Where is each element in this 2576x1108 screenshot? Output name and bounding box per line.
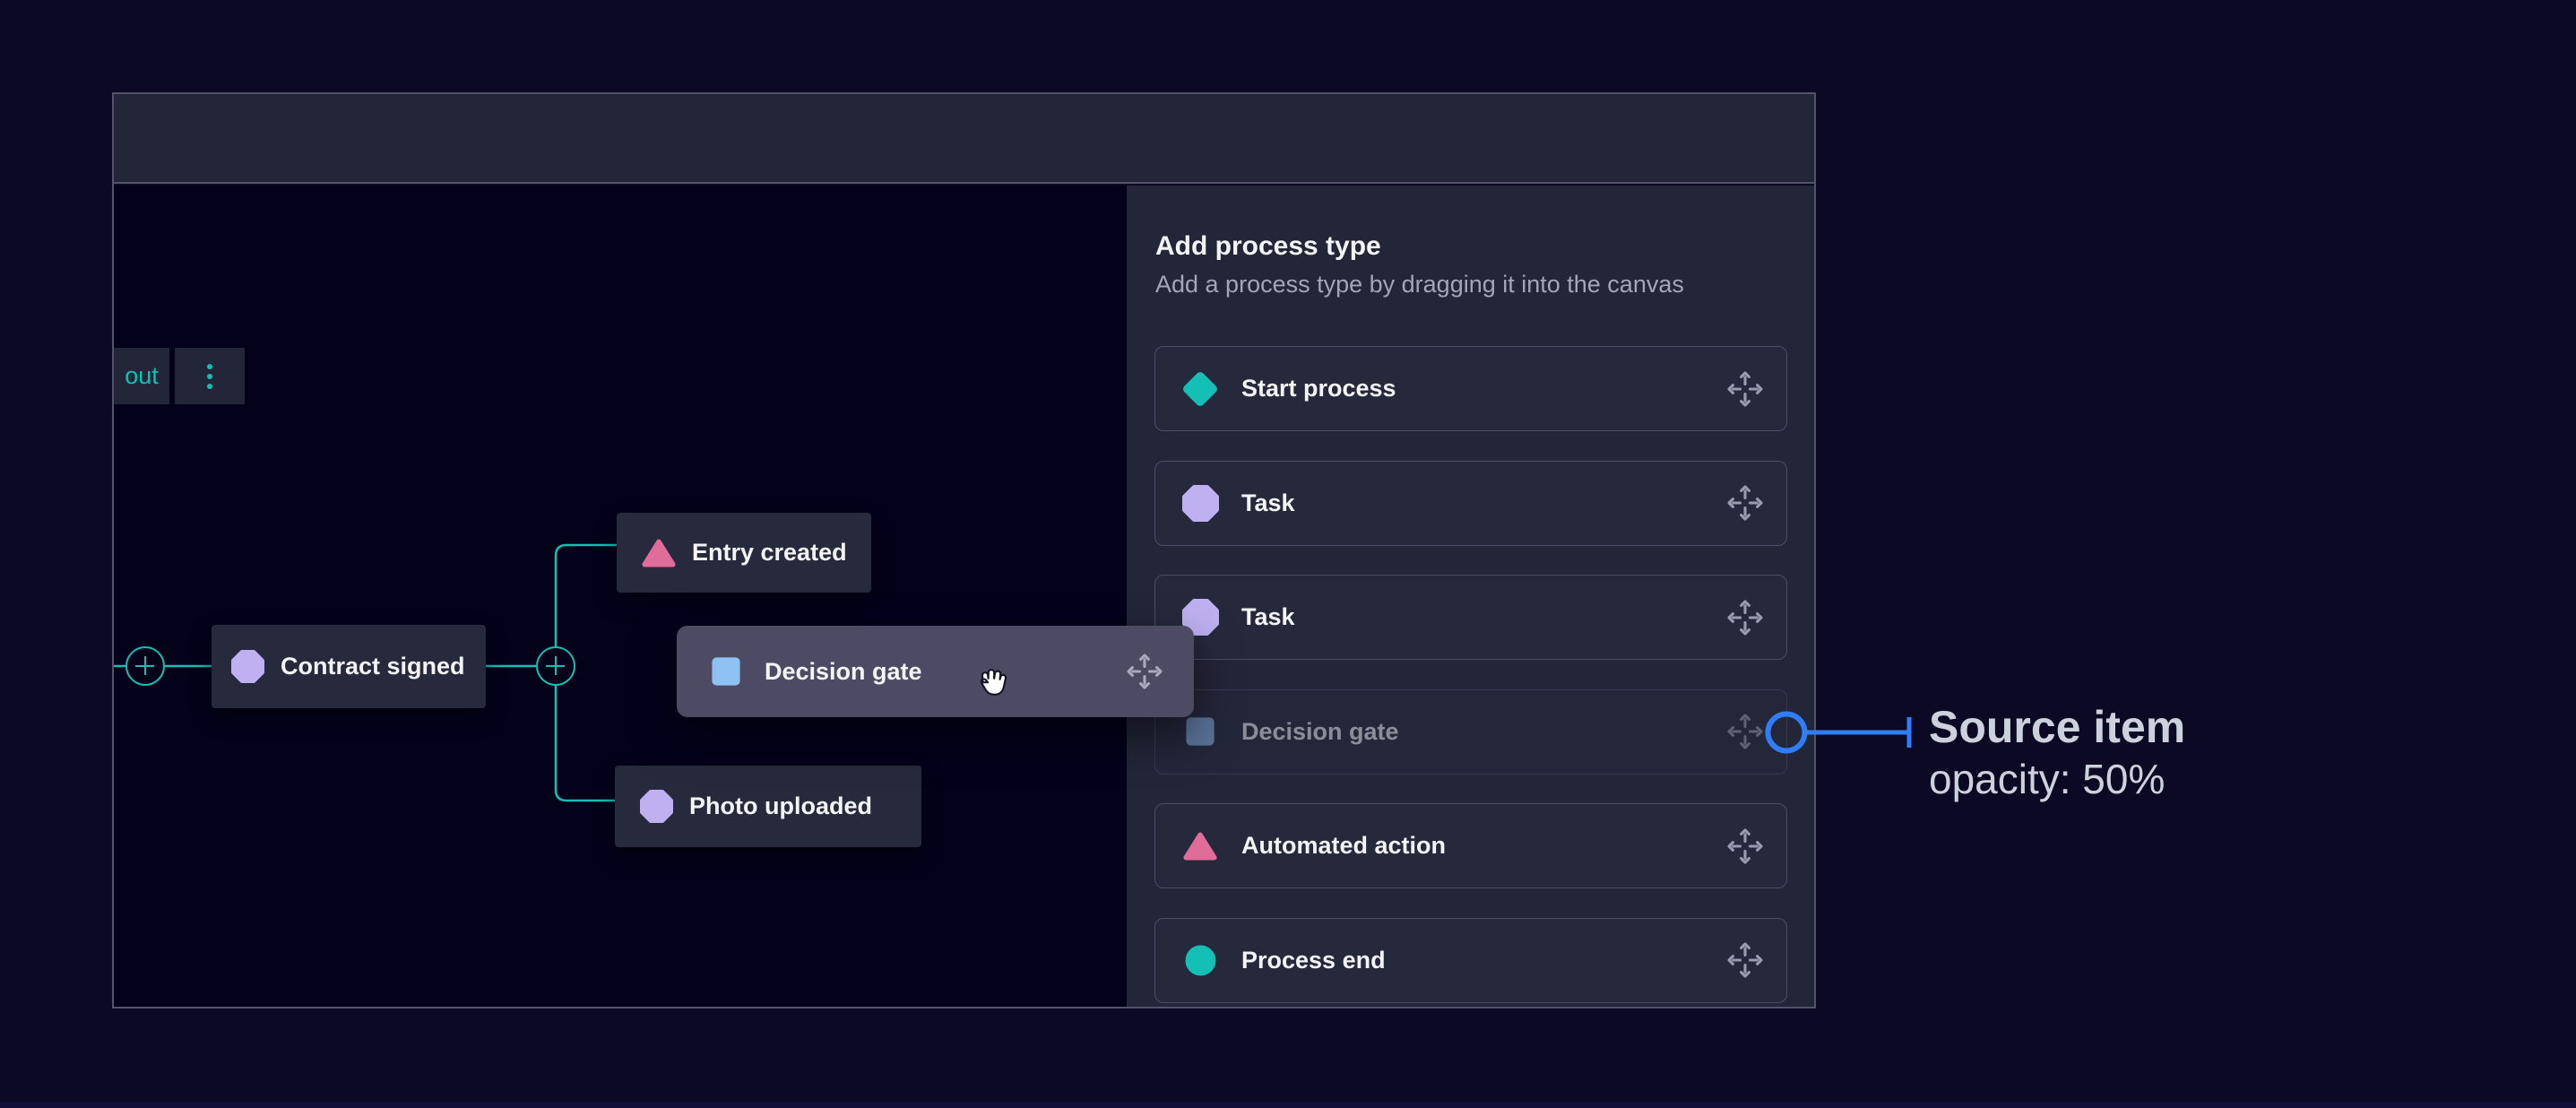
layout-button-clipped[interactable]: out: [114, 348, 169, 404]
move-drag-icon[interactable]: [1725, 598, 1765, 637]
node-entry-created[interactable]: Entry created: [617, 513, 871, 593]
kebab-menu-button[interactable]: [175, 348, 245, 404]
list-item-automated-action[interactable]: Automated action: [1154, 803, 1787, 888]
add-node-button-left[interactable]: [125, 646, 165, 686]
node-decision-gate-dragging[interactable]: Decision gate: [677, 626, 1194, 717]
list-item-process-end[interactable]: Process end: [1154, 918, 1787, 1003]
item-label: Automated action: [1241, 832, 1705, 860]
node-label: Photo uploaded: [689, 792, 872, 820]
item-label: Task: [1241, 603, 1705, 631]
triangle-icon: [642, 539, 676, 567]
octagon-icon: [231, 650, 264, 683]
kebab-icon: [207, 364, 212, 389]
process-type-list: Start process Task Task Decision gate: [1154, 346, 1787, 1003]
triangle-icon: [1180, 826, 1221, 867]
square-icon: [1180, 711, 1221, 752]
move-drag-icon[interactable]: [1725, 940, 1765, 980]
annotation-title: Source item: [1929, 701, 2185, 753]
item-label: Start process: [1241, 375, 1705, 403]
panel-subtitle: Add a process type by dragging it into t…: [1155, 271, 1684, 299]
octagon-icon: [640, 790, 673, 823]
item-label: Task: [1241, 489, 1705, 517]
item-label: Decision gate: [1241, 718, 1705, 746]
flow-canvas[interactable]: [114, 186, 1127, 1007]
list-item-task[interactable]: Task: [1154, 575, 1787, 660]
octagon-icon: [1180, 482, 1221, 524]
move-drag-icon[interactable]: [1725, 827, 1765, 866]
move-drag-icon[interactable]: [1725, 369, 1765, 409]
list-item-decision-gate-source[interactable]: Decision gate: [1154, 689, 1787, 775]
circle-icon: [1180, 939, 1221, 981]
node-photo-uploaded[interactable]: Photo uploaded: [615, 766, 921, 847]
move-drag-icon[interactable]: [1125, 652, 1164, 691]
move-drag-icon[interactable]: [1725, 483, 1765, 523]
item-label: Process end: [1241, 947, 1705, 974]
square-icon: [711, 656, 741, 687]
list-item-task[interactable]: Task: [1154, 461, 1787, 546]
add-node-button-branch[interactable]: [536, 646, 575, 686]
move-drag-icon[interactable]: [1725, 712, 1765, 751]
annotation-detail: opacity: 50%: [1929, 755, 2165, 803]
node-contract-signed[interactable]: Contract signed: [212, 625, 486, 708]
node-label: Entry created: [692, 539, 847, 567]
bottom-edge-strip: [0, 1102, 2576, 1108]
panel-title: Add process type: [1155, 231, 1381, 262]
node-label: Contract signed: [281, 653, 465, 680]
grab-cursor-icon: [970, 662, 1013, 705]
node-label: Decision gate: [765, 658, 922, 686]
diamond-icon: [1180, 368, 1221, 410]
layout-button-label: out: [125, 362, 159, 390]
list-item-start-process[interactable]: Start process: [1154, 346, 1787, 431]
app-toolbar: [114, 94, 1814, 184]
